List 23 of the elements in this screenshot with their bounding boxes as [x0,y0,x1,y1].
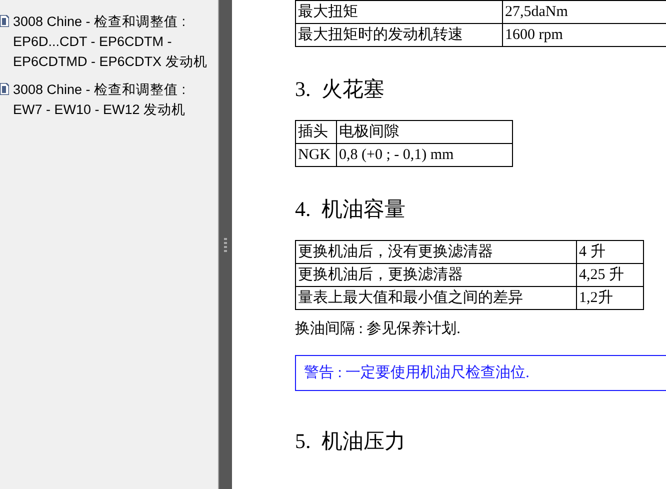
table-cell: NGK [296,144,336,167]
table-cell: 1,2升 [576,286,644,310]
table-cell: 量表上最大值和最小值之间的差异 [296,286,576,310]
table-cell: 更换机油后，没有更换滤清器 [296,240,576,264]
table-cell: 27,5daNm [502,0,666,24]
document-icon [0,15,9,27]
table-cell: 插头 [296,120,336,144]
sidebar-item[interactable]: 3008 Chine - 检查和调整值 : EP6D...CDT - EP6CDTM - EP6CDTMD - EP6CDTX 发动机 [13,12,214,72]
section-heading: 5. 机油压力 [295,429,406,455]
splitter-grip-icon[interactable] [224,238,227,252]
section-heading: 4. 机油容量 [295,197,406,222]
table-cell: 4 升 [576,240,644,264]
table-cell: 4,25 升 [576,264,644,287]
paragraph: 换油间隔 : 参见保养计划. [295,319,462,340]
sidebar-item[interactable]: 3008 Chine - 检查和调整值 : EW7 - EW10 - EW12 发动机 [13,80,214,120]
table-cell: 0,8 (+0 ; - 0,1) mm [336,144,512,167]
table-cell: 更换机油后，更换滤清器 [296,264,576,287]
warning-note: 警告 : 一定要使用机油尺检查油位. [295,354,666,392]
table-cell: 最大扭矩时的发动机转速 [296,24,502,46]
section-heading: 3. 火花塞 [295,77,386,102]
table-cell: 最大扭矩 [296,0,502,24]
document-icon [0,83,9,95]
table-cell: 电极间隙 [336,120,512,144]
